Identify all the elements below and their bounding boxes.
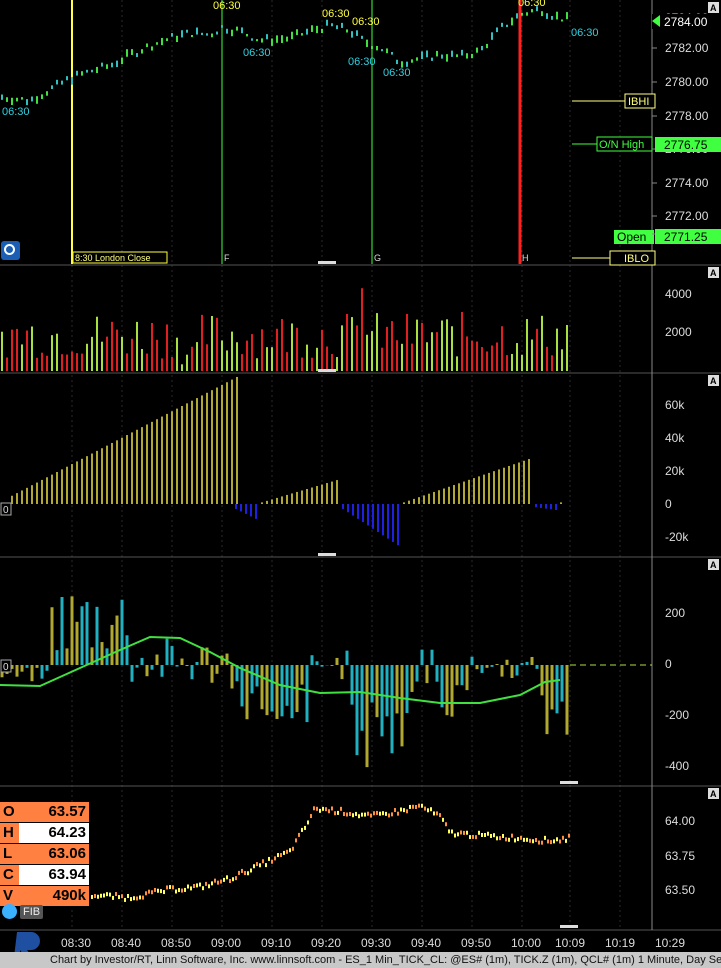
price-axis-label: 2774.00 (665, 176, 709, 190)
clock-icon[interactable] (1, 241, 20, 260)
volume-axis-label: 4000 (665, 287, 692, 301)
cum-zero-label: 0 (3, 505, 9, 516)
panel-resize-handle (560, 925, 578, 928)
volume-panel (1, 288, 568, 371)
session-label: 06:30 (352, 16, 380, 28)
price-axis-label: 2772.00 (665, 209, 709, 223)
price-axis-label: 2782.00 (665, 41, 709, 55)
cumulative-axis-label: 20k (665, 464, 685, 478)
ohlc-low: L 63.06 (0, 844, 89, 864)
time-axis-label: 09:20 (310, 936, 342, 950)
axis-scale-label: A (710, 789, 717, 799)
time-axis-label: 10:00 (510, 936, 542, 950)
session-label: 06:30 (243, 47, 271, 59)
ibhi-label: IBHI (628, 96, 649, 108)
london-close-label: 8:30 London Close (75, 253, 151, 263)
axis-scale-label: A (710, 3, 717, 13)
price-axis-label: 2780.00 (665, 75, 709, 89)
price-axis-label: 2778.00 (665, 109, 709, 123)
footer-status: Chart by Investor/RT, Linn Software, Inc… (0, 952, 721, 968)
marker-g-label: G (374, 253, 381, 263)
session-label: 06:30 (348, 56, 376, 68)
cumulative-axis-label: 0 (665, 497, 672, 511)
time-axis-label: 10:19 (604, 936, 636, 950)
chart-canvas[interactable]: 8:30 London Close F G H06:3006:3006:3006:30… (0, 0, 721, 932)
cumulative-axis-label: 40k (665, 431, 685, 445)
on-high-label: O/N High (599, 139, 644, 151)
session-label: 06:30 (322, 8, 350, 20)
ohlc-open: O 63.57 (0, 802, 89, 822)
qcl-axis-label: 64.00 (665, 814, 695, 828)
price-panel: 8:30 London Close F G H06:3006:3006:3006:30… (1, 0, 656, 266)
time-axis-label: 10:09 (554, 936, 586, 950)
tick-axis-label: -200 (665, 708, 689, 722)
session-label: 06:30 (518, 0, 546, 9)
open-label: Open (617, 230, 646, 244)
session-label: 06:30 (213, 0, 241, 12)
axis-scale-label: A (710, 376, 717, 386)
marker-f-label: F (224, 253, 230, 263)
fib-label[interactable]: FIB (20, 904, 44, 919)
chart-window: 8:30 London Close F G H 06:30 06:30 06:30 06:30… (0, 0, 721, 968)
time-axis-label: 08:30 (60, 936, 92, 950)
panel-resize-handle (318, 553, 336, 556)
time-axis-label: 08:50 (160, 936, 192, 950)
panel-resize-handle (318, 369, 336, 372)
fib-icon[interactable] (2, 904, 17, 919)
cumulative-axis-label: -20k (665, 530, 689, 544)
qcl-axis-label: 63.75 (665, 849, 695, 863)
tick-average-line (0, 635, 561, 704)
tick-axis-label: 0 (665, 657, 672, 671)
axis-scale-label: A (710, 560, 717, 570)
time-axis-label: 09:40 (410, 936, 442, 950)
cumulative-panel: 0 (0, 376, 562, 546)
time-axis-label: 09:30 (360, 936, 392, 950)
open-price: 2771.25 (664, 230, 708, 244)
panel-resize-handle (560, 781, 578, 784)
session-label: 06:30 (571, 27, 599, 39)
time-axis-label: 08:40 (110, 936, 142, 950)
current-price-label: 2784.00 (664, 15, 708, 29)
on-high-price: 2776.75 (664, 138, 708, 152)
session-label: 06:30 (2, 106, 30, 118)
ohlc-volume: V 490k (0, 886, 89, 906)
tick-panel: 0 (0, 596, 652, 768)
session-label: 06:30 (383, 67, 411, 79)
time-axis: 08:30 08:40 08:50 09:00 09:10 09:20 09:30 09:40… (0, 932, 685, 952)
tick-zero-label: 0 (3, 662, 9, 673)
tick-axis-label: 200 (665, 606, 685, 620)
volume-axis-label: 2000 (665, 325, 692, 339)
cumulative-axis-label: 60k (665, 398, 685, 412)
iblo-label: IBLO (624, 253, 650, 265)
time-axis-label: 09:10 (260, 936, 292, 950)
time-axis-label: 09:00 (210, 936, 242, 950)
ohlc-close: C 63.94 (0, 865, 89, 885)
panel-resize-handle (318, 261, 336, 264)
axis-scale-label: A (710, 268, 717, 278)
qcl-axis-label: 63.50 (665, 883, 695, 897)
ohlc-high: H 64.23 (0, 823, 89, 843)
time-axis-label: 10:29 (654, 936, 686, 950)
qcl-panel (91, 803, 570, 902)
tick-axis-label: -400 (665, 759, 689, 773)
marker-h-label: H (522, 253, 529, 263)
ohlc-box: O 63.57 H 64.23 L 63.06 C 63.94 V 490k (0, 802, 89, 907)
fib-tool[interactable]: FIB (2, 904, 44, 919)
time-axis-label: 09:50 (460, 936, 492, 950)
